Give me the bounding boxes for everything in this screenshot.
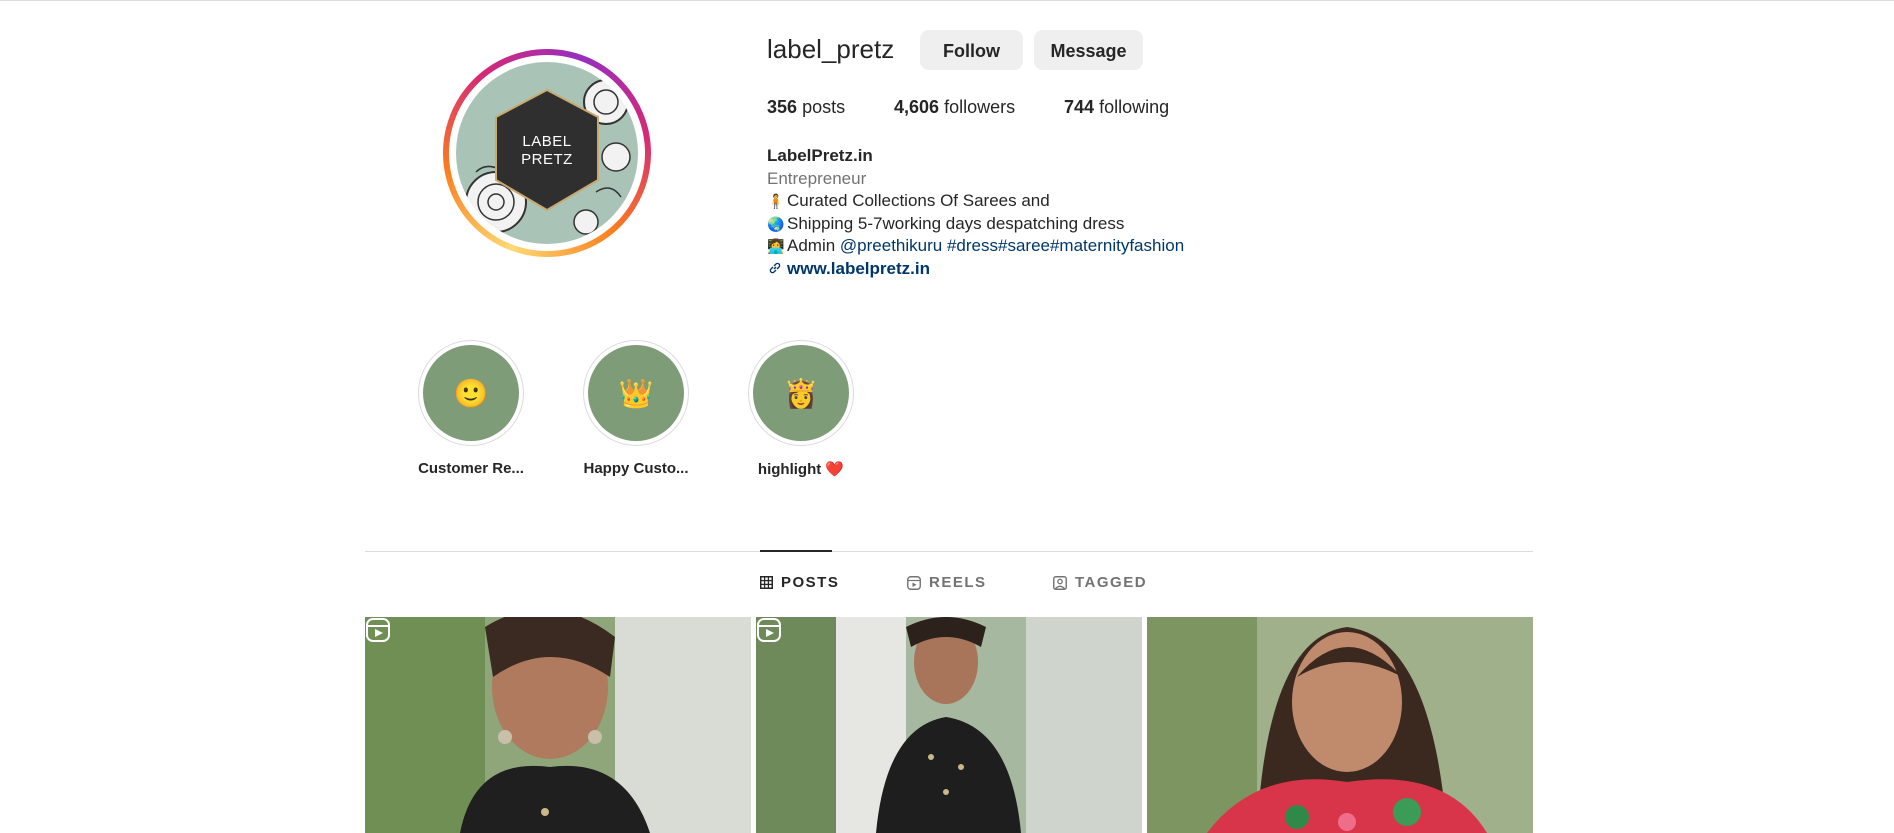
bio-line-3: 👩‍💻 Admin @preethikuru #dress#saree#mater… (767, 235, 1327, 258)
highlight-highlight[interactable]: 👸 highlight ❤️ (736, 340, 866, 478)
person-emoji-icon: 🧍 (767, 193, 785, 209)
tab-tagged-label: TAGGED (1075, 574, 1148, 591)
tab-reels-label: REELS (929, 574, 987, 591)
hashtags-link[interactable]: #dress#saree#maternityfashion (947, 236, 1184, 255)
reel-badge-icon (757, 618, 781, 642)
post-image (756, 617, 1142, 833)
tagged-icon (1053, 575, 1067, 590)
princess-icon: 👸 (753, 345, 849, 441)
website-link[interactable]: www.labelpretz.in (787, 259, 930, 278)
profile-username: label_pretz (767, 34, 895, 64)
following-count: 744 (1064, 97, 1095, 117)
highlight-label: Customer Re... (418, 460, 524, 477)
highlight-happy-customers[interactable]: 👑 Happy Custo... (571, 340, 701, 477)
crown-icon: 👑 (588, 345, 684, 441)
post-thumbnail[interactable] (1147, 617, 1533, 833)
admin-emoji-icon: 👩‍💻 (767, 238, 785, 254)
admin-mention-link[interactable]: @preethikuru (840, 236, 942, 255)
posts-label: posts (802, 97, 846, 117)
tab-reels[interactable]: REELS (907, 574, 987, 591)
smiley-icon: 🙂 (423, 345, 519, 441)
link-icon (767, 258, 783, 281)
reel-badge-icon (366, 618, 390, 642)
bio-line-2: 🌏 Shipping 5-7working days despatching dr… (767, 213, 1327, 236)
reels-icon (907, 575, 921, 590)
post-thumbnail[interactable] (365, 617, 751, 833)
highlight-label: highlight ❤️ (757, 461, 845, 478)
tabs-divider (365, 551, 1533, 552)
avatar-text-line1: LABEL (522, 133, 572, 150)
followers-stat[interactable]: 4,606 followers (894, 97, 1015, 118)
followers-label: followers (944, 97, 1016, 117)
top-border (0, 0, 1894, 1)
following-stat[interactable]: 744 following (1064, 97, 1169, 118)
post-image (365, 617, 751, 833)
tab-posts-label: POSTS (781, 574, 840, 591)
post-image (1147, 617, 1533, 833)
follow-button[interactable]: Follow (920, 30, 1023, 70)
tab-tagged[interactable]: TAGGED (1053, 574, 1147, 591)
bio-line-1: 🧍 Curated Collections Of Sarees and (767, 190, 1327, 213)
display-name: LabelPretz.in (767, 146, 873, 165)
active-tab-indicator (760, 550, 832, 552)
posts-count: 356 (767, 97, 798, 117)
highlight-label: Happy Custo... (583, 460, 689, 477)
website-row: www.labelpretz.in (767, 258, 1327, 281)
posts-stat[interactable]: 356 posts (767, 97, 845, 118)
post-thumbnail[interactable] (756, 617, 1142, 833)
highlight-customer-reviews[interactable]: 🙂 Customer Re... (406, 340, 536, 477)
profile-avatar[interactable]: LABEL PRETZ (443, 49, 651, 257)
globe-emoji-icon: 🌏 (767, 215, 785, 232)
followers-count: 4,606 (894, 97, 940, 117)
following-label: following (1099, 97, 1170, 117)
avatar-text-line2: PRETZ (521, 151, 573, 168)
grid-icon (760, 576, 773, 589)
profile-bio: LabelPretz.in Entrepreneur 🧍 Curated Coll… (767, 145, 1327, 280)
avatar-image: LABEL PRETZ (456, 62, 638, 244)
message-button[interactable]: Message (1034, 30, 1143, 70)
tab-posts[interactable]: POSTS (760, 574, 839, 591)
category-label: Entrepreneur (767, 168, 867, 188)
